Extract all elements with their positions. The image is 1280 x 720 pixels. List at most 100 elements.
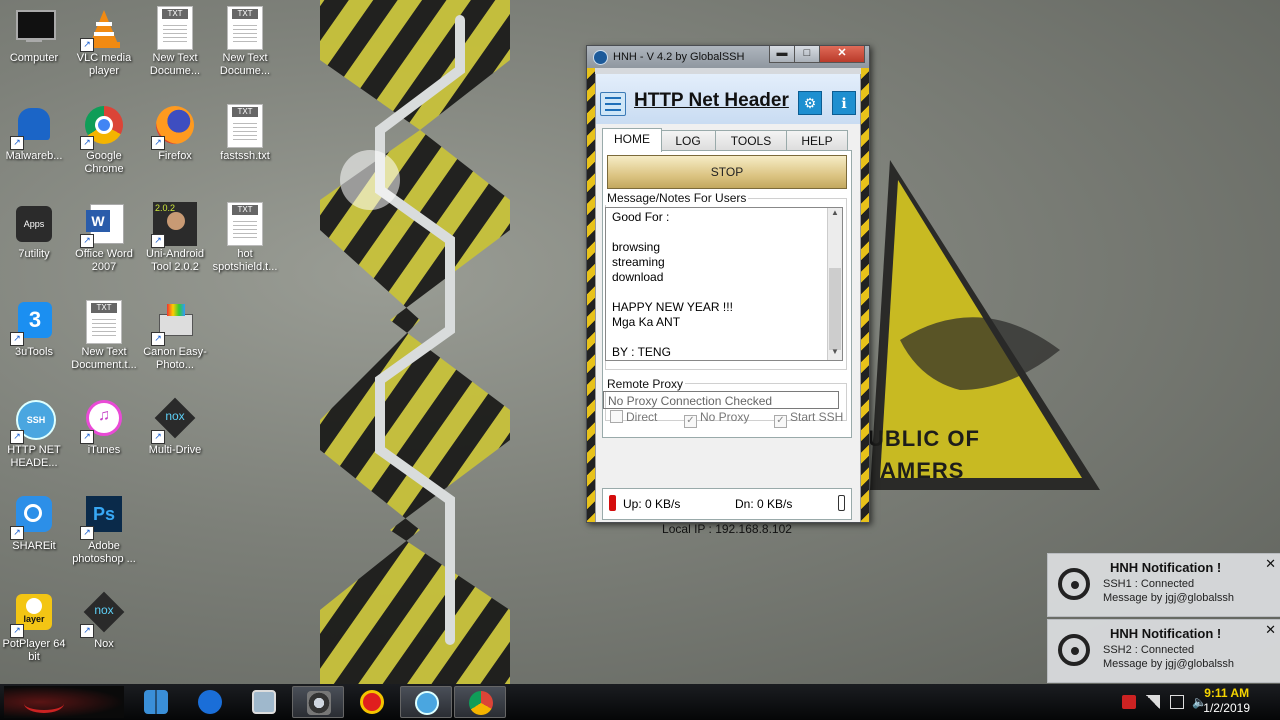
minimize-button[interactable]: ▬ (769, 46, 795, 63)
upload-indicator-icon (609, 495, 616, 511)
window-titlebar[interactable]: HNH - V 4.2 by GlobalSSH ▬ □ ✕ (587, 46, 869, 68)
desktop-icon-fastssh[interactable]: TXT fastssh.txt (211, 104, 279, 163)
close-button[interactable]: ✕ (819, 46, 865, 63)
taskbar-media-player[interactable] (184, 686, 236, 718)
stop-button[interactable]: STOP (607, 155, 847, 189)
notes-label: Message/Notes For Users (605, 191, 749, 205)
info-button[interactable]: ℹ (832, 91, 856, 115)
taskbar-record[interactable] (346, 686, 398, 718)
tab-tools[interactable]: TOOLS (715, 130, 787, 152)
notification-status: SSH2 : Connected (1103, 644, 1195, 656)
option-start-ssh[interactable]: ✓ Start SSH (774, 410, 843, 428)
notes-line: HAPPY NEW YEAR !!! (612, 300, 733, 314)
desktop-icon-label: Uni-Android Tool 2.0.2 (145, 248, 205, 273)
notes-line: BY : TENG (612, 345, 671, 359)
notes-line (612, 225, 733, 240)
notes-line (612, 285, 733, 300)
computer-icon (12, 6, 56, 50)
word-icon: W ↗ (80, 202, 126, 248)
photoshop-icon: Ps ↗ (80, 494, 126, 540)
desktop-icon-hotspotshield[interactable]: TXT hot spotshield.t... (211, 202, 279, 274)
taskbar-explorer[interactable] (238, 686, 290, 718)
desktop-icon-3utools[interactable]: 3 ↗ 3uTools (0, 300, 68, 359)
app-globe-icon (593, 50, 608, 65)
notes-scrollbar[interactable]: ▲ ▼ (827, 208, 842, 360)
taskbar: 🔈 9:11 AM 1/2/2019 (0, 684, 1280, 720)
direct-checkbox[interactable] (610, 410, 623, 423)
option-no-proxy[interactable]: ✓ No Proxy (684, 410, 749, 428)
desktop-icon-new-text-document-1[interactable]: TXT New Text Docume... (141, 6, 209, 78)
desktop-icon-label: Adobe photoshop ... (72, 540, 136, 565)
desktop-icon-label: 7utility (18, 248, 50, 260)
desktop-icon-vlc[interactable]: ↗ VLC media player (70, 6, 138, 78)
desktop-icon-label: Google Chrome (84, 150, 124, 175)
taskbar-http-net-header[interactable] (400, 686, 452, 718)
desktop-icon-malwarebytes[interactable]: ↗ Malwareb... (0, 104, 68, 163)
desktop-icon-potplayer[interactable]: layer ↗ PotPlayer 64 bit (0, 592, 68, 664)
scroll-up-arrow-icon[interactable]: ▲ (828, 208, 842, 221)
taskbar-camera[interactable] (292, 686, 344, 718)
nox-icon: nox ↗ (80, 591, 126, 638)
remote-proxy-field[interactable]: No Proxy Connection Checked (603, 391, 839, 409)
start-button[interactable] (4, 686, 124, 718)
desktop-icon-label: Office Word 2007 (75, 248, 133, 273)
desktop-icon-computer[interactable]: Computer (0, 6, 68, 65)
desktop-icon-firefox[interactable]: ↗ Firefox (141, 104, 209, 163)
notes-line: browsing (612, 240, 661, 254)
taskbar-chrome[interactable] (454, 686, 506, 718)
desktop-icon-uni-android-tool[interactable]: 2.0.2 ↗ Uni-Android Tool 2.0.2 (141, 202, 209, 274)
tray-shield-icon[interactable] (1122, 695, 1136, 709)
start-ssh-checkbox[interactable]: ✓ (774, 415, 787, 428)
play-icon (198, 690, 222, 714)
settings-button[interactable]: ⚙ (798, 91, 822, 115)
desktop-icon-new-text-document-2[interactable]: TXT New Text Docume... (211, 6, 279, 78)
desktop-icon-multi-drive[interactable]: nox ↗ Multi-Drive (141, 397, 209, 457)
notes-line: streaming (612, 255, 665, 269)
home-panel: STOP Message/Notes For Users Good For : … (602, 150, 852, 438)
menu-button[interactable] (600, 92, 626, 116)
taskbar-clock[interactable]: 9:11 AM 1/2/2019 (1203, 686, 1250, 716)
desktop-icon-label: fastssh.txt (220, 150, 270, 162)
tab-help[interactable]: HELP (786, 130, 848, 152)
text-file-icon: TXT (223, 202, 267, 246)
desktop-icon-canon[interactable]: ↗ Canon Easy-Photo... (141, 300, 209, 372)
hazard-zigzag-art (320, 0, 510, 684)
text-file-icon: TXT (82, 300, 126, 344)
desktop-icon-7utility[interactable]: Apps 7utility (0, 202, 68, 261)
monitor-icon (252, 690, 276, 714)
notification-ssh2[interactable]: HNH Notification ! SSH2 : Connected Mess… (1047, 619, 1280, 683)
text-file-icon: TXT (223, 6, 267, 50)
notification-ssh1[interactable]: HNH Notification ! SSH1 : Connected Mess… (1047, 553, 1280, 617)
traffic-stats: Up: 0 KB/s Dn: 0 KB/s (602, 488, 852, 520)
desktop-icon-photoshop[interactable]: Ps ↗ Adobe photoshop ... (70, 494, 138, 566)
desktop-icon-word[interactable]: W ↗ Office Word 2007 (70, 202, 138, 274)
tab-home[interactable]: HOME (602, 128, 662, 152)
tab-log[interactable]: LOG (660, 130, 716, 152)
firefox-icon: ↗ (151, 104, 197, 150)
desktop-icon-label: HTTP NET HEADE... (7, 444, 61, 469)
desktop-icon-itunes[interactable]: ♫ ↗ iTunes (70, 398, 138, 457)
desktop-icon-label: 3uTools (15, 346, 53, 358)
tray-battery-icon[interactable] (1170, 695, 1184, 709)
maximize-button[interactable]: □ (794, 46, 820, 63)
ssh-icon: SSH ↗ (10, 398, 56, 444)
notes-textbox[interactable]: Good For : browsing streaming download H… (605, 207, 843, 361)
notification-close-icon[interactable]: ✕ (1265, 622, 1276, 638)
desktop-icon-chrome[interactable]: ↗ Google Chrome (70, 104, 138, 176)
desktop-icon-shareit[interactable]: ↗ SHAREit (0, 494, 68, 553)
desktop-icon-new-text-document-3[interactable]: TXT New Text Document.t... (70, 300, 138, 372)
notes-line: Good For : (612, 210, 670, 224)
rog-logo-icon (24, 694, 64, 713)
tray-signal-icon[interactable] (1146, 695, 1160, 709)
notification-close-icon[interactable]: ✕ (1265, 556, 1276, 572)
info-icon: ℹ (841, 95, 847, 111)
taskbar-windows[interactable] (130, 686, 182, 718)
option-direct[interactable]: Direct (610, 410, 657, 424)
scroll-thumb[interactable] (829, 268, 841, 350)
itunes-icon: ♫ ↗ (80, 398, 126, 444)
desktop-icon-http-net-header[interactable]: SSH ↗ HTTP NET HEADE... (0, 398, 68, 470)
no-proxy-checkbox[interactable]: ✓ (684, 415, 697, 428)
desktop-icon-nox[interactable]: nox ↗ Nox (70, 591, 138, 651)
vlc-icon: ↗ (80, 6, 126, 52)
scroll-down-arrow-icon[interactable]: ▼ (828, 347, 842, 360)
